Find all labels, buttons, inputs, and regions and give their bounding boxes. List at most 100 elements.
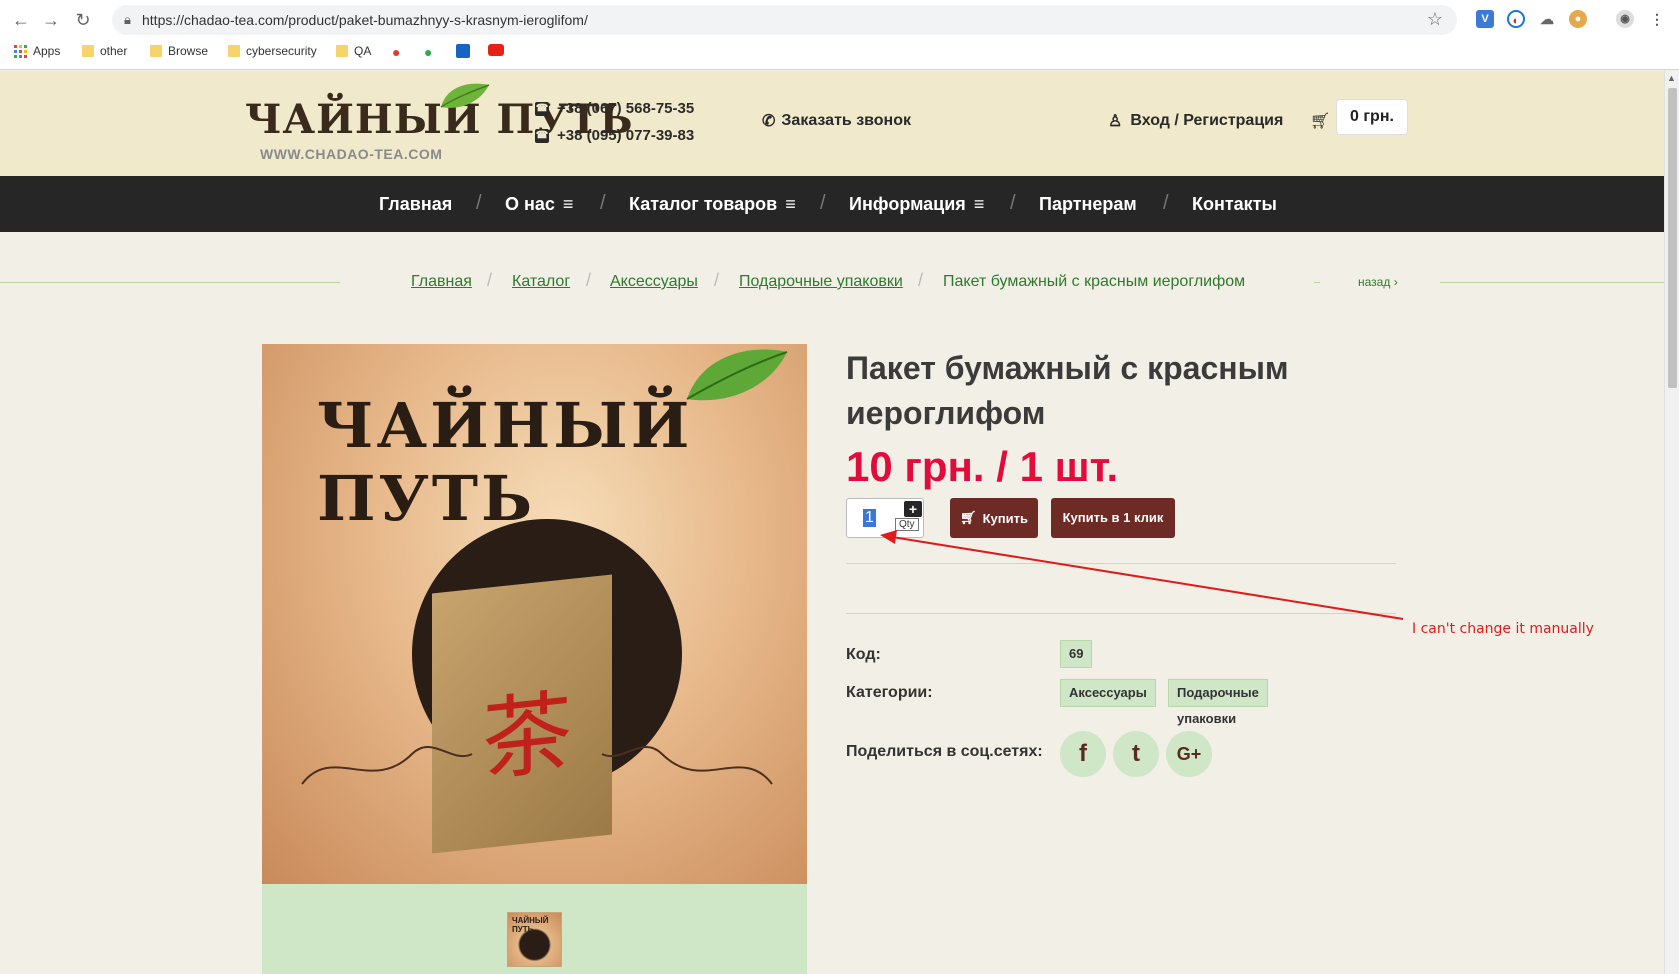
- breadcrumb-separator: /: [918, 270, 924, 290]
- folder-icon: [228, 45, 240, 57]
- v-extension-icon[interactable]: V: [1476, 10, 1494, 28]
- buy-button[interactable]: 🛒︎ Купить: [950, 498, 1038, 538]
- phone-2[interactable]: ☎ +38 (095) 077-39-83: [535, 127, 694, 144]
- nav-label: О нас: [505, 194, 555, 214]
- menu-kebab-icon[interactable]: ⋮: [1648, 10, 1666, 28]
- image-dragons-illustration: [301, 746, 773, 785]
- nav-item-home[interactable]: Главная: [379, 194, 452, 215]
- page-scrollbar[interactable]: ▲: [1664, 71, 1679, 974]
- nav-item-about[interactable]: О нас ≡: [505, 194, 573, 215]
- user-icon: ♙: [1108, 113, 1123, 130]
- twitter-icon[interactable]: t: [1113, 731, 1159, 777]
- nav-label: Главная: [379, 194, 453, 214]
- callback-link[interactable]: ✆ Заказать звонок: [762, 111, 911, 131]
- bookmark-star-icon[interactable]: ☆: [1427, 9, 1443, 30]
- cart-icon: 🛒︎: [960, 510, 977, 525]
- nav-label: Каталог товаров: [629, 194, 778, 214]
- breadcrumb-divider-dash: [1314, 282, 1320, 283]
- url-text[interactable]: https://chadao-tea.com/product/paket-bum…: [142, 12, 588, 28]
- bookmark-youtube-icon[interactable]: [488, 44, 504, 56]
- image-brand-text: ЧАЙНЫЙ ПУТЬ: [317, 389, 693, 535]
- cart-icon[interactable]: 🛒︎: [1310, 111, 1330, 131]
- breadcrumb-separator: /: [586, 270, 592, 290]
- nav-item-information[interactable]: Информация ≡: [849, 194, 984, 215]
- category-tag[interactable]: Подарочные упаковки: [1168, 679, 1268, 726]
- back-label: назад: [1358, 275, 1391, 289]
- bookmark-label: Browse: [168, 44, 209, 58]
- chevron-right-icon: ›: [1393, 275, 1398, 289]
- phone-1[interactable]: ☎ +38 (067) 568-75-35: [535, 100, 694, 117]
- reload-icon[interactable]: ↻: [72, 9, 94, 31]
- code-label: Код:: [846, 646, 881, 663]
- google-plus-icon[interactable]: G+: [1166, 731, 1212, 777]
- annotation-text: I can't change it manually: [1412, 621, 1594, 637]
- breadcrumb-accessories[interactable]: Аксессуары: [610, 273, 698, 291]
- phone-icon: ☎: [535, 128, 549, 143]
- divider: [846, 613, 1396, 614]
- menu-burger-icon: ≡: [562, 194, 574, 214]
- nav-separator: /: [476, 192, 482, 214]
- category-tag[interactable]: Аксессуары: [1060, 679, 1156, 707]
- product-main-image[interactable]: ЧАЙНЫЙ ПУТЬ 茶: [262, 344, 807, 884]
- breadcrumb-catalog[interactable]: Каталог: [512, 273, 570, 291]
- nav-separator: /: [600, 192, 606, 214]
- folder-icon: [150, 45, 162, 57]
- facebook-icon[interactable]: f: [1060, 731, 1106, 777]
- scroll-thumb[interactable]: [1668, 88, 1677, 388]
- quantity-input[interactable]: 1 + Qty: [846, 498, 924, 538]
- login-register-link[interactable]: ♙ Вход / Регистрация: [1108, 111, 1283, 131]
- nav-separator: /: [1163, 192, 1169, 214]
- bookmark-label: QA: [354, 44, 372, 58]
- bookmark-blue-icon[interactable]: [456, 44, 470, 58]
- bookmark-label: Apps: [33, 44, 61, 58]
- quantity-plus-button[interactable]: +: [904, 501, 922, 517]
- breadcrumb-gift-packaging[interactable]: Подарочные упаковки: [739, 273, 903, 291]
- image-paper-bag: 茶: [432, 574, 612, 854]
- phone-number: +38 (095) 077-39-83: [557, 127, 695, 144]
- nav-item-contacts[interactable]: Контакты: [1192, 194, 1277, 215]
- breadcrumb-separator: /: [487, 270, 493, 290]
- buy-label: Купить: [982, 510, 1028, 526]
- back-link[interactable]: назад ›: [1358, 275, 1398, 289]
- menu-burger-icon: ≡: [973, 194, 985, 214]
- lock-icon: 🔒︎: [124, 12, 131, 27]
- browser-chrome: ← → ↻ 🔒︎ https://chadao-tea.com/product/…: [0, 0, 1679, 70]
- bookmark-browse[interactable]: Browse: [150, 44, 208, 58]
- main-navigation: Главная / О нас ≡ / Каталог товаров ≡ / Ин…: [0, 176, 1664, 232]
- address-bar[interactable]: 🔒︎ https://chadao-tea.com/product/paket-…: [112, 5, 1457, 35]
- bookmark-tomato-icon[interactable]: ●: [392, 44, 400, 60]
- buy-one-click-button[interactable]: Купить в 1 клик: [1051, 498, 1175, 538]
- menu-burger-icon: ≡: [785, 194, 796, 214]
- share-label: Поделиться в соц.сетях:: [846, 743, 1043, 760]
- cookie-extension-icon[interactable]: ●: [1569, 10, 1587, 28]
- scroll-up-arrow-icon[interactable]: ▲: [1667, 73, 1676, 83]
- bookmark-label: other: [100, 44, 128, 58]
- quantity-tooltip: Qty: [895, 518, 919, 531]
- callback-label: Заказать звонок: [781, 112, 911, 129]
- folder-icon: [82, 45, 94, 57]
- breadcrumb-separator: /: [714, 270, 720, 290]
- nav-item-partners[interactable]: Партнерам: [1039, 194, 1137, 215]
- tea-leaf-icon: [440, 83, 490, 108]
- bookmark-apps[interactable]: Apps: [14, 44, 60, 58]
- product-thumbnail[interactable]: ЧАЙНЫЙ ПУТЬ: [507, 912, 562, 967]
- quantity-value[interactable]: 1: [863, 509, 876, 527]
- extension-circle-icon[interactable]: ◐: [1507, 10, 1525, 28]
- bookmark-cybersecurity[interactable]: cybersecurity: [228, 44, 317, 58]
- forward-arrow-icon[interactable]: →: [40, 9, 62, 31]
- back-arrow-icon[interactable]: ←: [10, 9, 32, 31]
- handset-icon: ✆: [762, 113, 776, 130]
- cart-total-button[interactable]: 0 грн.: [1336, 99, 1408, 135]
- bookmark-other[interactable]: other: [82, 44, 127, 58]
- nav-item-catalog[interactable]: Каталог товаров ≡: [629, 194, 796, 215]
- breadcrumb-home[interactable]: Главная: [411, 273, 472, 291]
- bookmark-evernote-icon[interactable]: ●: [424, 44, 432, 60]
- logo-url: WWW.CHADAO-TEA.COM: [260, 146, 443, 162]
- divider: [846, 563, 1396, 564]
- profile-avatar-icon[interactable]: ◉: [1616, 10, 1634, 28]
- code-value: 69: [1060, 640, 1093, 668]
- phone-icon: ☎: [535, 101, 549, 116]
- extension-cloud-icon[interactable]: ☁: [1538, 10, 1556, 28]
- bookmark-qa[interactable]: QA: [336, 44, 371, 58]
- apps-grid-icon: [14, 44, 27, 58]
